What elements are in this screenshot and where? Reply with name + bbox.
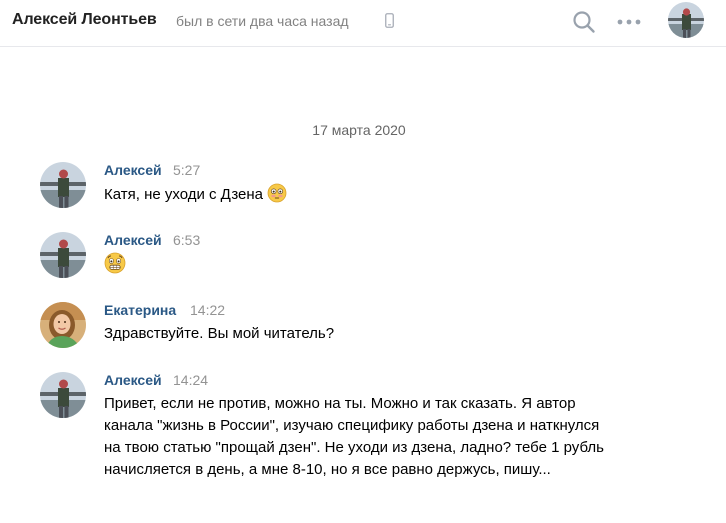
message-time[interactable]: 14:24 — [173, 372, 208, 388]
message-time[interactable]: 5:27 — [173, 162, 200, 178]
message-author[interactable]: Алексей — [104, 372, 162, 388]
message-text-content: Катя, не уходи с Дзена — [104, 186, 264, 203]
message-author[interactable]: Алексей — [104, 232, 162, 248]
chat-header: Алексей Леонтьев был в сети два часа наз… — [0, 0, 726, 47]
flushed-face-emoji-icon — [267, 183, 287, 203]
grimacing-face-emoji-icon — [104, 252, 126, 274]
message-text: Здравствуйте. Вы мой читатель? — [104, 325, 335, 342]
message-text: Катя, не уходи с Дзена — [104, 183, 614, 206]
message-time[interactable]: 6:53 — [173, 232, 200, 248]
avatar[interactable] — [668, 2, 704, 38]
message-time[interactable]: 14:22 — [190, 302, 225, 318]
more-icon[interactable] — [615, 12, 643, 32]
avatar[interactable] — [40, 302, 86, 348]
search-icon[interactable] — [572, 10, 596, 34]
date-divider: 17 марта 2020 — [312, 122, 406, 138]
avatar[interactable] — [40, 232, 86, 278]
message-author[interactable]: Алексей — [104, 162, 162, 178]
avatar[interactable] — [40, 372, 86, 418]
chat-window: Алексей Леонтьев был в сети два часа наз… — [0, 0, 726, 523]
message-author[interactable]: Екатерина — [104, 302, 176, 318]
contact-status: был в сети два часа назад — [176, 13, 349, 29]
phone-icon — [385, 13, 394, 28]
message-text: Привет, если не против, можно на ты. Мож… — [104, 395, 604, 478]
contact-name[interactable]: Алексей Леонтьев — [12, 11, 157, 29]
avatar[interactable] — [40, 162, 86, 208]
